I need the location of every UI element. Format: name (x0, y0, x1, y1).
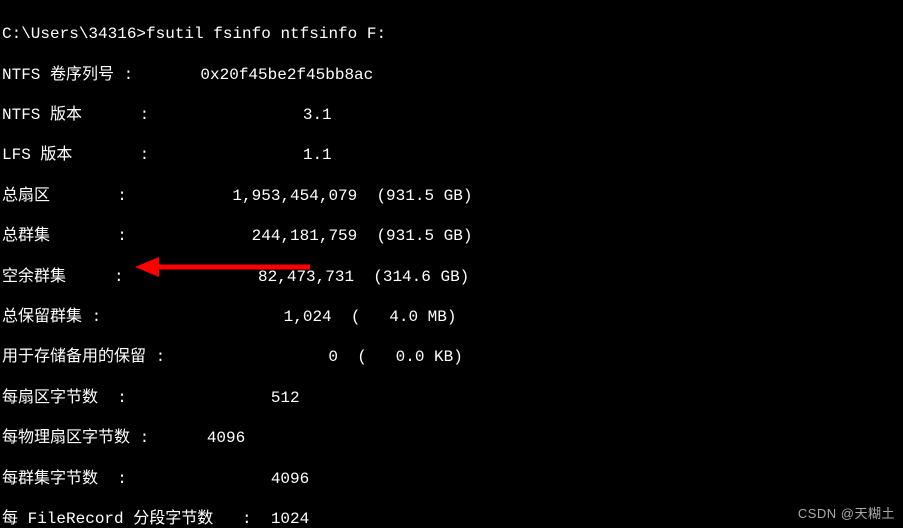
info-line-lfsver: LFS 版本 : 1.1 (2, 145, 901, 165)
watermark-text: CSDN @天糊土 (798, 503, 895, 522)
info-line-storeres: 用于存储备用的保留 : 0 ( 0.0 KB) (2, 347, 901, 367)
terminal-output: C:\Users\34316>fsutil fsinfo ntfsinfo F:… (0, 0, 903, 528)
info-line-free: 空余群集 : 82,473,731 (314.6 GB) (2, 267, 901, 287)
prompt-line: C:\Users\34316>fsutil fsinfo ntfsinfo F: (2, 24, 901, 44)
info-line-byteclus: 每群集字节数 : 4096 (2, 469, 901, 489)
info-line-bytephys: 每物理扇区字节数 : 4096 (2, 428, 901, 448)
info-line-bytesect: 每扇区字节数 : 512 (2, 388, 901, 408)
info-line-frseg: 每 FileRecord 分段字节数 : 1024 (2, 509, 901, 528)
info-line-serial: NTFS 卷序列号 : 0x20f45be2f45bb8ac (2, 65, 901, 85)
info-line-sectors: 总扇区 : 1,953,454,079 (931.5 GB) (2, 186, 901, 206)
info-line-clusters: 总群集 : 244,181,759 (931.5 GB) (2, 226, 901, 246)
info-line-reserved: 总保留群集 : 1,024 ( 4.0 MB) (2, 307, 901, 327)
info-line-ntfsver: NTFS 版本 : 3.1 (2, 105, 901, 125)
